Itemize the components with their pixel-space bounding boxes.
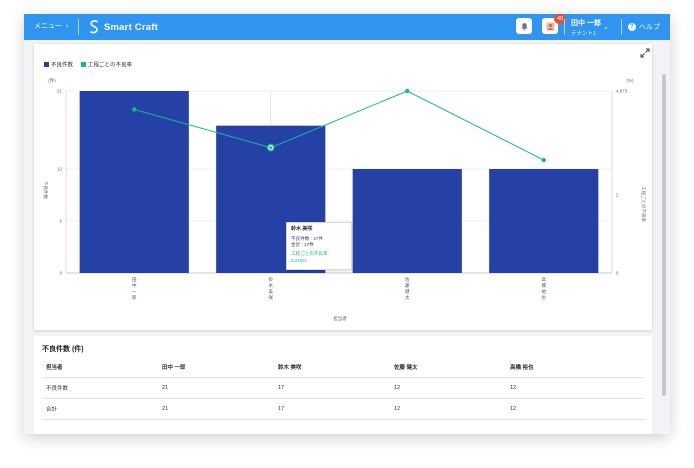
x-axis-label: 担当者 xyxy=(333,315,347,322)
legend-label-defects[interactable]: 不良件数 xyxy=(51,60,74,68)
bar[interactable] xyxy=(489,169,599,273)
series-line xyxy=(134,90,544,161)
worker-alert-icon xyxy=(545,21,555,31)
tenant-name: テナント1 xyxy=(571,31,597,37)
table-cell: 21 xyxy=(158,398,274,420)
line-point[interactable] xyxy=(405,88,410,94)
line-point-core xyxy=(269,146,273,150)
chart-card: 0 6 12 21 0 2 4.673 田中一郎 鈴木美咲 佐藤健太 高橋裕也 不良件数 工程ごと… xyxy=(34,44,652,330)
scrollbar[interactable] xyxy=(662,74,666,396)
tooltip-title: 鈴木 美咲 xyxy=(291,226,313,232)
legend-swatch-rate xyxy=(81,62,86,67)
column-header: 鈴木 美咲 xyxy=(274,356,390,378)
table-row: 不良件数 21 17 12 12 xyxy=(42,377,644,399)
line-point[interactable] xyxy=(541,157,546,163)
user-menu[interactable]: 田中 一郎 テナント1 ⌄ xyxy=(571,18,609,37)
bar[interactable] xyxy=(352,169,462,273)
y-axis-label-left: 不良件数 xyxy=(42,181,49,199)
table-cell: 合計 xyxy=(42,398,158,420)
y-tick-label-right: 0 xyxy=(616,271,619,276)
y-axis-label-right: 工程ごとの不良率 xyxy=(640,186,647,222)
data-table-card: 不良件数 (件) 担当者 田中 一郎 鈴木 美咲 佐藤 健太 高橋 裕也 不良件… xyxy=(34,336,652,434)
x-tick-label: 佐藤健太 xyxy=(405,276,410,301)
bar[interactable] xyxy=(79,91,189,273)
table-cell: 12 xyxy=(506,398,644,420)
table-header-row: 担当者 田中 一郎 鈴木 美咲 佐藤 健太 高橋 裕也 xyxy=(42,356,644,378)
y-tick-label-right: 4.673 xyxy=(616,89,628,94)
help-label: ヘルプ xyxy=(639,24,660,31)
column-header: 高橋 裕也 xyxy=(506,356,644,378)
table-cell: 17 xyxy=(274,398,390,420)
app-name: Smart Craft xyxy=(104,21,158,33)
y-unit-right: (%) xyxy=(627,78,634,83)
table-cell: 12 xyxy=(390,398,506,420)
table-cell: 12 xyxy=(390,377,506,399)
menu-label: メニュー xyxy=(34,23,62,30)
legend-swatch-defects xyxy=(44,62,49,67)
table-cell: 不良件数 xyxy=(42,377,158,399)
line-point[interactable] xyxy=(132,107,137,112)
logo[interactable]: Smart Craft xyxy=(88,18,158,36)
chart-tooltip: 鈴木 美咲 不良件数 : 17件 合計 : 17件 工程ごとの不良率 : 3.2… xyxy=(286,222,352,270)
user-name: 田中 一郎 xyxy=(571,20,601,27)
x-tick-label: 田中一郎 xyxy=(132,277,137,301)
legend-label-rate[interactable]: 工程ごとの不良率 xyxy=(88,60,132,68)
chevron-right-icon: › xyxy=(66,23,69,30)
y-tick-label-right: 2 xyxy=(616,193,619,198)
notification-button[interactable] xyxy=(516,18,532,34)
help-icon: ? xyxy=(628,23,636,31)
y-tick-label-left: 6 xyxy=(59,219,62,224)
table-cell: 12 xyxy=(506,377,644,399)
column-header: 担当者 xyxy=(42,356,158,378)
chevron-down-icon: ⌄ xyxy=(603,24,609,31)
help-button[interactable]: ? ヘルプ xyxy=(628,22,660,32)
y-tick-label-left: 0 xyxy=(59,271,62,276)
top-bar: メニュー › Smart Craft 40 田中 一郎 テナント1 ⌄ ? ヘル… xyxy=(24,14,670,40)
divider xyxy=(78,19,79,35)
table-title: 不良件数 (件) xyxy=(42,346,84,353)
table-row: 合計 21 17 12 12 xyxy=(42,398,644,420)
chart-area: 0 6 12 21 0 2 4.673 田中一郎 鈴木美咲 佐藤健太 高橋裕也 不良件数 工程ごと… xyxy=(42,60,647,322)
data-table: 担当者 田中 一郎 鈴木 美咲 佐藤 健太 高橋 裕也 不良件数 21 17 1… xyxy=(42,356,644,420)
table-cell: 21 xyxy=(158,377,274,399)
bell-icon xyxy=(520,22,528,30)
x-tick-label: 鈴木美咲 xyxy=(269,276,274,301)
tooltip-rate: 工程ごとの不良率 : 3.218% xyxy=(291,251,331,264)
column-header: 佐藤 健太 xyxy=(390,356,506,378)
alert-button[interactable]: 40 xyxy=(542,14,566,34)
y-tick-label-left: 12 xyxy=(57,167,63,172)
menu-button[interactable]: メニュー › xyxy=(34,21,68,31)
y-unit-left: (件) xyxy=(48,77,56,84)
table-cell: 17 xyxy=(274,377,390,399)
y-tick-label-left: 21 xyxy=(57,89,63,94)
app-window: メニュー › Smart Craft 40 田中 一郎 テナント1 ⌄ ? ヘル… xyxy=(24,14,670,434)
column-header: 田中 一郎 xyxy=(158,356,274,378)
x-tick-label: 高橋裕也 xyxy=(542,276,547,300)
divider xyxy=(621,19,622,35)
tooltip-total: 合計 : 17件 xyxy=(291,242,314,248)
smart-craft-logo-icon xyxy=(90,20,98,34)
divider xyxy=(564,19,565,35)
